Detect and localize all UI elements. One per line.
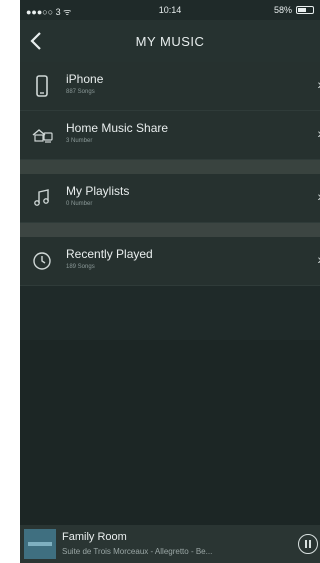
now-playing-bar[interactable]: Family Room Suite de Trois Morceaux - Al… (20, 525, 320, 563)
status-bar: ●●●○○ 3 ᯤ 10:14 58% (20, 0, 320, 20)
pause-icon[interactable] (298, 534, 318, 554)
battery-icon (296, 6, 314, 14)
list-item-title: My Playlists (66, 184, 130, 198)
player-track: Suite de Trois Morceaux - Allegretto - B… (62, 547, 213, 556)
list-item-title: Home Music Share (66, 121, 169, 135)
list-item-title: iPhone (66, 72, 104, 86)
list-item-home-music-share[interactable]: Home Music Share 3 Number › (20, 111, 320, 160)
list-item-my-playlists[interactable]: My Playlists 0 Number › (20, 174, 320, 223)
player-room: Family Room (62, 531, 127, 543)
battery-fill (298, 8, 306, 12)
list-item-subtitle: 0 Number (66, 201, 93, 207)
list-item-title: Recently Played (66, 247, 153, 261)
empty-content-area (20, 340, 320, 525)
album-art-detail (28, 542, 52, 546)
page-title: MY MUSIC (135, 34, 205, 49)
clock-icon (30, 249, 54, 273)
section-divider (20, 223, 320, 237)
phone-icon (30, 74, 54, 98)
phone-screen: ●●●○○ 3 ᯤ 10:14 58% MY MUSIC iPhone 887 … (20, 0, 320, 563)
list-item-subtitle: 189 Songs (66, 264, 95, 270)
list-item-recently-played[interactable]: Recently Played 189 Songs › (20, 237, 320, 286)
list-item-iphone[interactable]: iPhone 887 Songs › (20, 62, 320, 111)
music-source-list: iPhone 887 Songs › Home Music Share 3 Nu… (20, 62, 320, 286)
battery-percent: 58% (273, 5, 292, 15)
nav-bar: MY MUSIC (20, 20, 320, 62)
album-art (24, 529, 56, 559)
home-share-icon (30, 123, 54, 147)
music-note-icon (30, 186, 54, 210)
list-item-subtitle: 887 Songs (66, 89, 95, 95)
section-divider (20, 160, 320, 174)
list-item-subtitle: 3 Number (66, 138, 93, 144)
